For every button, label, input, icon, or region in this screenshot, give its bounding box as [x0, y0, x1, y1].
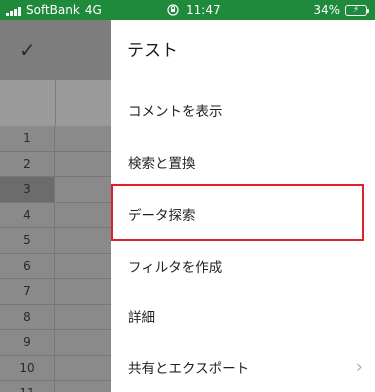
table-cell[interactable] [55, 126, 111, 151]
menu-title: テスト [127, 41, 178, 61]
table-row[interactable]: 6 [0, 253, 111, 279]
menu-item-create-filter[interactable]: フィルタを作成 [111, 241, 375, 291]
status-left: SoftBank 4G [6, 3, 102, 17]
status-center: 11:47 [166, 3, 221, 17]
network-type: 4G [84, 3, 102, 17]
rotation-lock-icon [167, 4, 179, 16]
table-cell[interactable] [55, 151, 111, 176]
carrier-name: SoftBank [26, 3, 80, 17]
row-number[interactable]: 11 [0, 381, 55, 392]
row-number[interactable]: 8 [0, 304, 55, 329]
table-row[interactable]: 11 [0, 381, 111, 392]
menu-item-show-comments[interactable]: コメントを表示 [111, 85, 375, 135]
column-divider [55, 80, 56, 126]
chevron-right-icon: › [355, 356, 363, 378]
spreadsheet-background: ✓ 1234567891011 [0, 20, 111, 392]
battery-charging-icon: ⚡ [345, 4, 369, 16]
table-cell[interactable] [55, 330, 111, 355]
row-number[interactable]: 6 [0, 253, 55, 278]
table-row[interactable]: 3 [0, 177, 111, 203]
menu-item-find-replace[interactable]: 検索と置換 [111, 137, 375, 187]
menu-item-label: フィルタを作成 [128, 260, 223, 276]
table-cell[interactable] [55, 381, 111, 392]
menu-item-label: 共有とエクスポート [128, 361, 250, 377]
menu-item-share-export[interactable]: 共有とエクスポート › [111, 342, 375, 392]
row-number[interactable]: 1 [0, 126, 55, 151]
table-row[interactable]: 1 [0, 126, 111, 152]
status-right: 34% ⚡ [313, 3, 369, 17]
menu-item-label: コメントを表示 [128, 104, 223, 120]
menu-item-label: 検索と置換 [128, 156, 196, 172]
table-row[interactable]: 2 [0, 151, 111, 177]
signal-icon [6, 5, 21, 16]
row-list: 1234567891011 [0, 126, 111, 392]
clock: 11:47 [186, 3, 221, 17]
table-cell[interactable] [55, 355, 111, 380]
row-number[interactable]: 3 [0, 177, 55, 202]
battery-percent: 34% [313, 3, 340, 17]
table-cell[interactable] [55, 279, 111, 304]
row-number[interactable]: 2 [0, 151, 55, 176]
highlight-box [111, 184, 364, 241]
table-row[interactable]: 8 [0, 304, 111, 330]
table-row[interactable]: 10 [0, 355, 111, 381]
row-number[interactable]: 9 [0, 330, 55, 355]
table-row[interactable]: 5 [0, 228, 111, 254]
menu-item-details[interactable]: 詳細 [111, 291, 375, 341]
row-number[interactable]: 5 [0, 228, 55, 253]
sheet-toolbar: ✓ [0, 20, 111, 80]
checkmark-icon[interactable]: ✓ [19, 38, 36, 62]
table-cell[interactable] [55, 202, 111, 227]
status-bar: SoftBank 4G 11:47 34% ⚡ [0, 0, 375, 20]
table-row[interactable]: 4 [0, 202, 111, 228]
table-cell[interactable] [55, 253, 111, 278]
row-number[interactable]: 4 [0, 202, 55, 227]
table-cell[interactable] [55, 304, 111, 329]
row-number[interactable]: 10 [0, 355, 55, 380]
column-header [0, 80, 111, 127]
table-cell[interactable] [55, 228, 111, 253]
table-cell[interactable] [55, 177, 111, 202]
table-row[interactable]: 7 [0, 279, 111, 305]
table-row[interactable]: 9 [0, 330, 111, 356]
menu-item-label: 詳細 [128, 310, 155, 326]
row-number[interactable]: 7 [0, 279, 55, 304]
